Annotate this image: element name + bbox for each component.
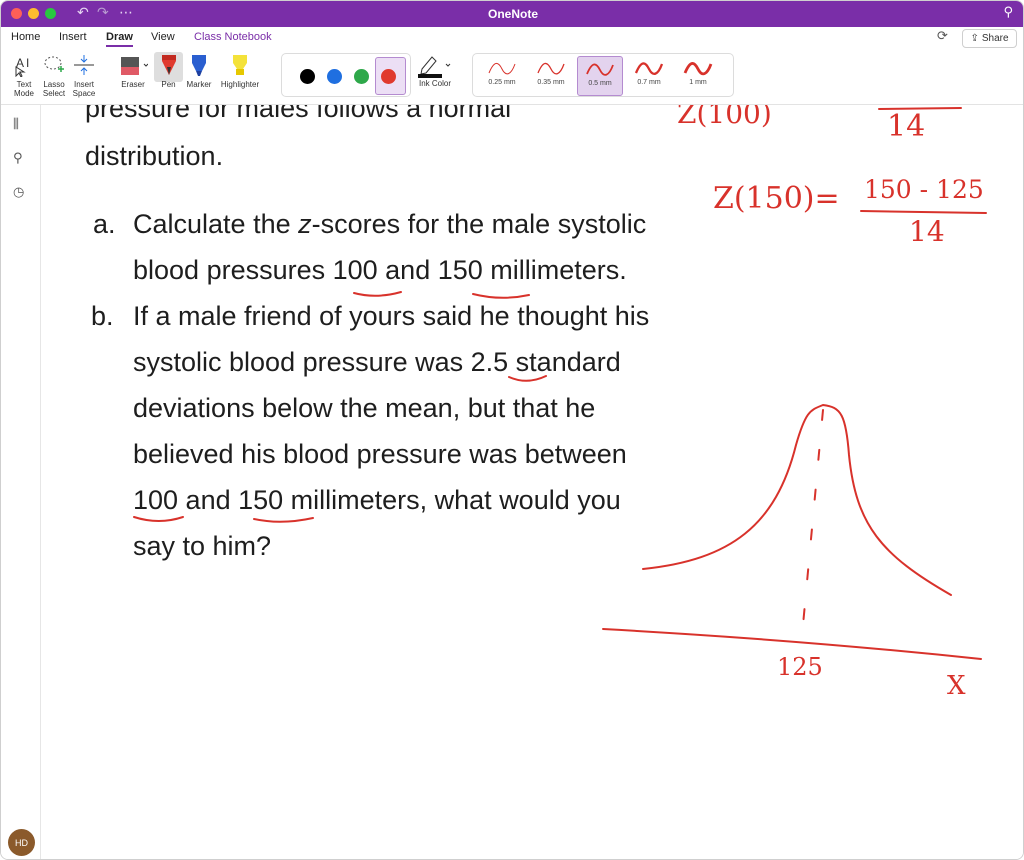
highlighter-label: Highlighter <box>220 80 260 89</box>
pen-width-stroke-icon <box>586 63 614 76</box>
pen-width-option[interactable]: 0.5 mm <box>577 56 623 96</box>
fraction-bar <box>860 210 987 214</box>
ink-color-swatch[interactable] <box>381 69 396 84</box>
avatar[interactable]: HD <box>8 829 35 856</box>
bell-curve <box>642 403 952 596</box>
onenote-window: ↶ ↷ ⋯ OneNote ⚲ Home Insert Draw View Cl… <box>0 0 1024 860</box>
highlighter-icon <box>233 55 247 75</box>
pen-label: Pen <box>161 80 176 89</box>
pen-width-label: 0.25 mm <box>488 79 516 86</box>
underline-100-b <box>133 516 184 522</box>
pen-width-option[interactable]: 1 mm <box>675 56 721 96</box>
app-title: OneNote <box>487 7 538 21</box>
note-page[interactable]: pressure for males follows a normal dist… <box>41 105 1023 859</box>
text-mode-button[interactable]: A I Text Mode <box>9 53 39 98</box>
recent-clock-icon[interactable]: ◷ <box>13 185 24 200</box>
underline-2-5 <box>508 375 547 382</box>
notebooks-icon[interactable]: ⫼ <box>13 117 19 132</box>
pen-width-label: 0.7 mm <box>637 79 661 86</box>
tab-view[interactable]: View <box>151 31 175 43</box>
ink-color-icon <box>418 56 451 78</box>
share-icon: ⇪ <box>970 33 979 44</box>
eraser-button[interactable]: Eraser <box>116 53 150 89</box>
lasso-select-icon <box>44 56 64 72</box>
hand-top-partial: Z(100) <box>677 105 772 130</box>
tab-home[interactable]: Home <box>11 31 40 43</box>
pen-icon <box>161 55 176 75</box>
pen-width-label: 0.35 mm <box>537 79 565 86</box>
tab-class-notebook[interactable]: Class Notebook <box>194 31 272 43</box>
feedback-icon[interactable]: ⚲ <box>1003 5 1013 20</box>
ink-color-swatch[interactable] <box>354 69 369 84</box>
draw-ribbon: A I Text Mode Lasso Select Insert Space <box>1 49 1023 105</box>
pen-width-label: 1 mm <box>689 79 707 86</box>
insert-space-label: Insert Space <box>72 80 96 98</box>
sync-icon[interactable]: ⟳ <box>937 29 948 44</box>
pen-width-stroke-icon <box>634 62 664 75</box>
pen-width-stroke-icon <box>537 62 565 75</box>
ribbon-tabs: Home Insert Draw View Class Notebook <box>1 27 1023 49</box>
pen-width-stroke-icon <box>683 62 713 76</box>
underline-100-a <box>353 291 402 297</box>
hand-top-denominator: 14 <box>887 109 926 144</box>
ink-color-swatch[interactable] <box>300 69 315 84</box>
insert-space-icon <box>74 55 94 75</box>
text-mode-label: Text Mode <box>13 80 34 98</box>
ink-color-swatch[interactable] <box>327 69 342 84</box>
tab-draw[interactable]: Draw <box>106 31 133 47</box>
underline-150-a <box>472 293 530 299</box>
text-mode-icon: A I <box>15 56 29 77</box>
hand-z-label: Z(150)= <box>713 181 840 216</box>
ink-color-label: Ink Color <box>418 79 451 88</box>
highlighter-button[interactable]: Highlighter <box>217 53 263 89</box>
pen-width-option[interactable]: 0.35 mm <box>528 56 574 96</box>
pen-width-option[interactable]: 0.7 mm <box>626 56 672 96</box>
hand-denominator: 14 <box>909 215 945 248</box>
share-label: Share <box>981 33 1009 44</box>
mean-dashed-line <box>802 409 824 626</box>
pen-width-label: 0.5 mm <box>588 80 612 87</box>
marker-icon <box>192 55 206 76</box>
eraser-icon <box>121 57 148 75</box>
pen-width-stroke-icon <box>488 63 516 75</box>
lasso-select-button[interactable]: Lasso Select <box>39 53 69 98</box>
left-nav-rail: ⫼ ⚲ ◷ HD <box>1 105 41 859</box>
ink-color-button[interactable]: Ink Color <box>415 53 455 88</box>
share-button[interactable]: ⇪ Share <box>962 29 1017 48</box>
pen-button[interactable]: Pen <box>154 53 183 89</box>
underline-150-b <box>253 517 314 523</box>
hand-numerator: 150 - 125 <box>864 175 984 204</box>
ink-color-swatches <box>281 53 411 97</box>
hand-axis-label: X <box>947 671 966 701</box>
hand-mean-label: 125 <box>777 653 823 681</box>
ink-layer <box>133 107 987 660</box>
eraser-label: Eraser <box>121 80 145 89</box>
title-bar: ↶ ↷ ⋯ OneNote ⚲ <box>1 1 1023 27</box>
pen-width-option[interactable]: 0.25 mm <box>479 56 525 96</box>
svg-text:I: I <box>26 56 29 70</box>
pen-width-options: 0.25 mm 0.35 mm 0.5 mm 0.7 mm 1 mm <box>472 53 734 97</box>
insert-space-button[interactable]: Insert Space <box>69 53 99 98</box>
tab-insert[interactable]: Insert <box>59 31 87 43</box>
search-icon[interactable]: ⚲ <box>13 151 23 166</box>
lasso-select-label: Lasso Select <box>42 80 66 98</box>
marker-button[interactable]: Marker <box>184 53 214 89</box>
marker-label: Marker <box>186 80 212 89</box>
